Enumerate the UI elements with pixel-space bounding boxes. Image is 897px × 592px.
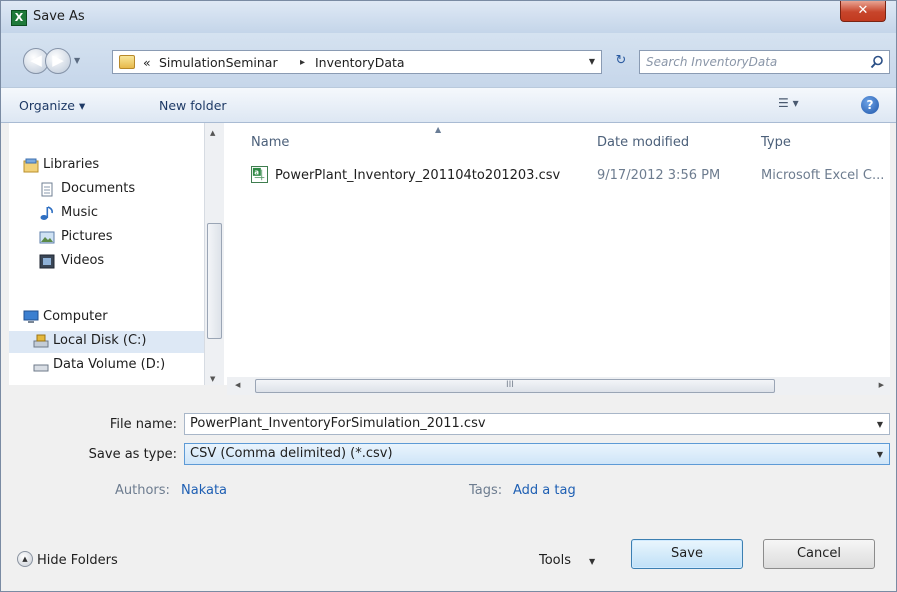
scroll-right-icon[interactable]: ▶ (879, 381, 884, 389)
folder-icon (119, 55, 135, 69)
new-folder-button[interactable]: New folder (159, 98, 227, 113)
computer-icon (23, 310, 39, 323)
tools-dropdown-icon[interactable]: ▼ (589, 557, 595, 566)
nav-item-music[interactable]: Music (9, 203, 204, 225)
address-row: ◀ ▶ ▼ « SimulationSeminar ▸ InventoryDat… (1, 33, 896, 87)
nav-item-libraries[interactable]: Libraries (9, 155, 204, 177)
libraries-icon (23, 158, 39, 173)
file-type: Microsoft Excel C... (761, 168, 885, 183)
recent-pages-dropdown-icon[interactable]: ▼ (74, 56, 80, 65)
search-icon[interactable] (870, 55, 884, 69)
excel-icon: X (11, 10, 27, 26)
csv-file-icon: a (251, 166, 268, 183)
tags-value[interactable]: Add a tag (513, 483, 576, 498)
file-name-value: PowerPlant_InventoryForSimulation_2011.c… (190, 416, 486, 431)
file-list-scroll-thumb[interactable]: III (255, 379, 775, 393)
data-volume-icon (33, 364, 49, 372)
organize-menu[interactable]: Organize ▾ (19, 98, 85, 113)
scroll-left-icon[interactable]: ◀ (235, 381, 240, 389)
forward-button[interactable]: ▶ (45, 48, 71, 74)
music-icon (40, 206, 53, 220)
breadcrumb-simulationseminar[interactable]: SimulationSeminar (159, 55, 278, 70)
table-row[interactable]: a PowerPlant_Inventory_201104to201203.cs… (227, 163, 890, 187)
tags-label: Tags: (469, 483, 503, 498)
breadcrumb-overflow[interactable]: « (143, 55, 151, 70)
hide-folders-icon[interactable]: ▲ (17, 551, 33, 567)
local-disk-icon (33, 334, 49, 348)
search-box[interactable] (639, 50, 890, 74)
save-as-type-select[interactable]: CSV (Comma delimited) (*.csv) ▼ (184, 443, 890, 465)
save-as-dialog: X Save As ✕ ◀ ▶ ▼ « SimulationSeminar ▸ … (0, 0, 897, 592)
cancel-button[interactable]: Cancel (763, 539, 875, 569)
address-bar[interactable]: « SimulationSeminar ▸ InventoryData ▼ (112, 50, 602, 74)
pictures-icon (39, 231, 55, 244)
nav-item-data-volume-d[interactable]: Data Volume (D:) (9, 355, 204, 377)
file-name-field[interactable]: PowerPlant_InventoryForSimulation_2011.c… (184, 413, 890, 435)
close-button[interactable]: ✕ (840, 1, 886, 22)
authors-label: Authors: (115, 483, 170, 498)
svg-text:a: a (254, 168, 259, 177)
hide-folders-button[interactable]: Hide Folders (37, 553, 118, 568)
documents-icon (41, 182, 53, 197)
file-list: Name ▲ Date modified Type a PowerPlant_I… (227, 123, 890, 385)
nav-pane-scrollbar[interactable]: ▲ ▼ (204, 123, 224, 385)
videos-icon (39, 254, 55, 269)
nav-item-documents[interactable]: Documents (9, 179, 204, 201)
file-date-modified: 9/17/2012 3:56 PM (597, 168, 721, 183)
file-name-dropdown-icon[interactable]: ▼ (877, 420, 883, 429)
column-header-date-modified[interactable]: Date modified (597, 135, 689, 150)
file-name-label: File name: (109, 417, 177, 432)
nav-item-pictures[interactable]: Pictures (9, 227, 204, 249)
scroll-down-icon[interactable]: ▼ (210, 375, 215, 383)
save-as-type-label: Save as type: (88, 447, 177, 462)
tools-menu[interactable]: Tools (539, 553, 571, 568)
command-bar: Organize ▾ New folder ☰ ▾ ? (1, 87, 896, 123)
authors-value[interactable]: Nakata (181, 483, 227, 498)
refresh-icon[interactable]: ↻ (609, 50, 633, 74)
save-as-type-value: CSV (Comma delimited) (*.csv) (190, 446, 393, 461)
navigation-pane: Libraries Documents Music Pictures Video… (9, 123, 227, 385)
nav-item-computer[interactable]: Computer (9, 307, 204, 329)
search-input[interactable] (646, 54, 856, 70)
address-dropdown-icon[interactable]: ▼ (589, 57, 595, 66)
sort-indicator-icon: ▲ (435, 125, 442, 134)
nav-item-videos[interactable]: Videos (9, 251, 204, 273)
file-list-scrollbar[interactable]: ◀ III ▶ (227, 377, 890, 395)
save-as-type-dropdown-icon[interactable]: ▼ (877, 450, 883, 459)
nav-item-local-disk-c[interactable]: Local Disk (C:) (9, 331, 204, 353)
change-view-icon[interactable]: ☰ ▾ (778, 96, 818, 116)
scroll-up-icon[interactable]: ▲ (210, 129, 215, 137)
column-header-name[interactable]: Name (251, 135, 289, 150)
save-button[interactable]: Save (631, 539, 743, 569)
nav-pane-scroll-thumb[interactable] (207, 223, 222, 339)
window-title: Save As (33, 9, 85, 24)
column-header-type[interactable]: Type (761, 135, 791, 150)
breadcrumb-separator-icon[interactable]: ▸ (300, 57, 305, 68)
title-bar: X Save As ✕ (1, 1, 896, 33)
breadcrumb-inventorydata[interactable]: InventoryData (315, 55, 405, 70)
help-icon[interactable]: ? (861, 96, 879, 114)
file-name: PowerPlant_Inventory_201104to201203.csv (275, 168, 561, 183)
